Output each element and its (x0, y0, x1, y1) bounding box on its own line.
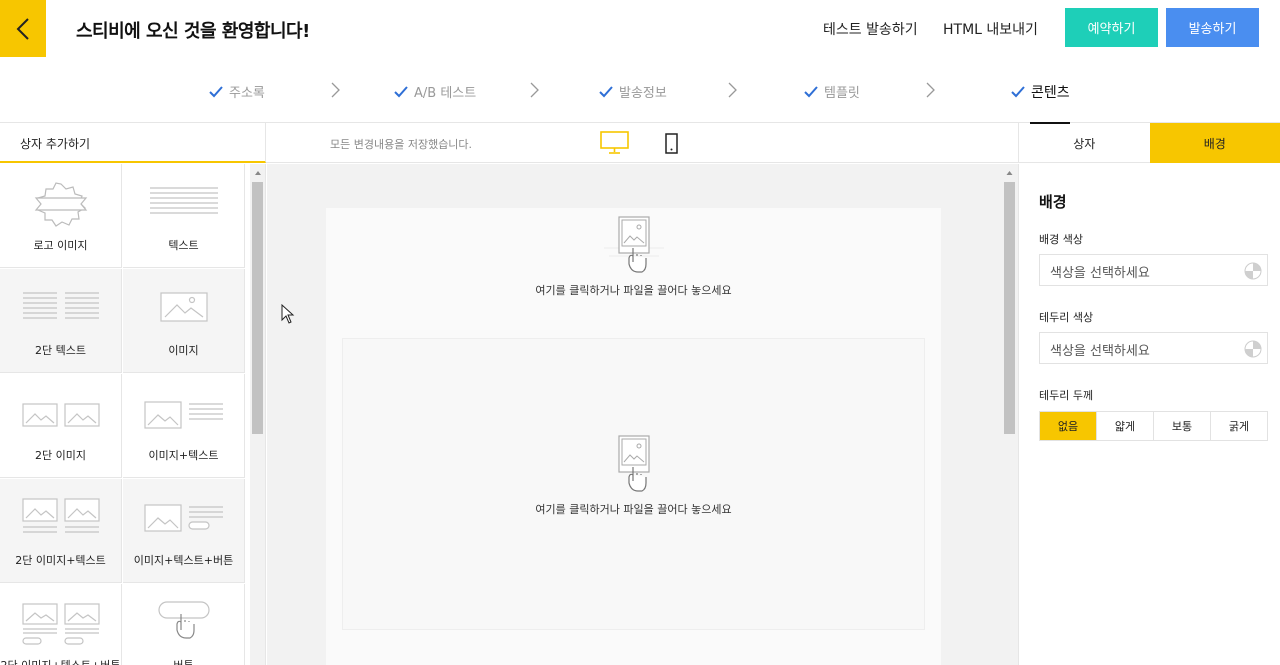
block-label: 2단 텍스트 (35, 344, 86, 357)
checkmark-icon (209, 85, 223, 97)
block-label: 버튼 (173, 657, 193, 665)
bg-color-label: 배경 색상 (1039, 233, 1083, 246)
step-template[interactable]: 템플릿 (804, 82, 860, 101)
image-drop-zone-bottom[interactable]: 여기를 클릭하거나 파일을 끌어다 놓으세요 (326, 435, 941, 517)
image-upload-icon (617, 435, 650, 492)
step-label: 콘텐츠 (1031, 85, 1070, 101)
step-address-book[interactable]: 주소록 (209, 82, 265, 101)
two-image-text-icon (21, 498, 100, 533)
image-text-icon (143, 401, 223, 429)
block-library-scroll-thumb[interactable] (252, 182, 263, 434)
color-swatch-icon (1244, 262, 1262, 280)
background-settings-panel: 배경 배경 색상 색상을 선택하세요 테두리 색상 색상을 선택하세요 테두리 … (1018, 164, 1280, 665)
border-width-thick[interactable]: 굵게 (1211, 412, 1267, 440)
reserve-button[interactable]: 예약하기 (1065, 8, 1158, 47)
block-label: 이미지+텍스트+버튼 (133, 554, 234, 567)
button-icon (157, 601, 210, 639)
step-label: 주소록 (229, 86, 265, 101)
block-label: 이미지 (168, 344, 199, 357)
step-ab-test[interactable]: A/B 테스트 (394, 82, 476, 101)
image-text-button-icon (143, 504, 223, 532)
bg-color-field[interactable]: 색상을 선택하세요 (1039, 254, 1268, 286)
block-label: 2단 이미지 (35, 449, 86, 462)
block-button[interactable]: 버튼 (123, 584, 245, 665)
test-send-link[interactable]: 테스트 발송하기 (823, 19, 918, 39)
add-box-title: 상자 추가하기 (0, 123, 266, 163)
step-label: 템플릿 (824, 86, 860, 101)
send-button[interactable]: 발송하기 (1166, 8, 1259, 47)
canvas-scroll-thumb[interactable] (1004, 182, 1015, 434)
block-label: 텍스트 (168, 239, 199, 252)
desktop-monitor-icon (600, 131, 629, 154)
block-logo-image[interactable]: 로고 이미지 (0, 164, 122, 268)
image-upload-icon (603, 216, 664, 273)
text-lines-icon (149, 187, 218, 214)
tab-box[interactable]: 상자 (1019, 123, 1150, 163)
block-library: 로고 이미지 텍스트 2단 텍스트 이미지 2단 이미지 이미지+텍스트 2단 … (0, 164, 266, 665)
two-column-text-icon (22, 292, 99, 319)
desktop-view-button[interactable] (600, 131, 629, 159)
html-export-link[interactable]: HTML 내보내기 (943, 19, 1038, 39)
checkmark-icon (599, 85, 613, 97)
block-label: 이미지+텍스트 (148, 449, 219, 462)
border-color-placeholder: 색상을 선택하세요 (1050, 344, 1150, 359)
border-width-label: 테두리 두께 (1039, 389, 1094, 402)
border-width-none[interactable]: 없음 (1040, 412, 1097, 440)
logo-badge-icon (34, 182, 87, 227)
color-swatch-icon (1244, 340, 1262, 358)
block-label: 로고 이미지 (33, 239, 88, 252)
chevron-right-icon (331, 82, 340, 98)
border-width-selector: 없음 얇게 보통 굵게 (1039, 411, 1268, 441)
step-label: A/B 테스트 (414, 86, 477, 101)
chevron-right-icon (926, 82, 935, 98)
block-two-image-text-button[interactable]: 2단 이미지+텍스트+버튼 (0, 584, 122, 665)
page-title: 스티비에 오신 것을 환영합니다! (76, 21, 310, 42)
block-label: 2단 이미지+텍스트+버튼 (0, 657, 120, 665)
chevron-left-icon (16, 17, 29, 40)
checkmark-icon (1011, 86, 1025, 98)
block-image-text-button[interactable]: 이미지+텍스트+버튼 (123, 479, 245, 583)
block-image-text[interactable]: 이미지+텍스트 (123, 374, 245, 478)
mobile-phone-icon (665, 133, 678, 154)
bg-color-placeholder: 색상을 선택하세요 (1050, 266, 1150, 281)
drop-zone-text: 여기를 클릭하거나 파일을 끌어다 놓으세요 (535, 284, 732, 297)
checkmark-icon (804, 85, 818, 97)
editor-toolbar: 상자 추가하기 모든 변경내용을 저장했습니다. 상자 배경 (0, 123, 1280, 163)
chevron-right-icon (530, 82, 539, 98)
block-label: 2단 이미지+텍스트 (15, 554, 106, 567)
top-header: 스티비에 오신 것을 환영합니다! 테스트 발송하기 HTML 내보내기 예약하… (0, 0, 1280, 57)
step-contents[interactable]: 콘텐츠 (1011, 82, 1070, 102)
panel-heading: 배경 (1039, 193, 1067, 211)
email-body: 여기를 클릭하거나 파일을 끌어다 놓으세요 여기를 클릭하거나 파일을 끌어다… (326, 208, 941, 665)
image-drop-zone-top[interactable]: 여기를 클릭하거나 파일을 끌어다 놓으세요 (326, 216, 941, 298)
image-icon (159, 292, 208, 322)
drop-zone-text: 여기를 클릭하거나 파일을 끌어다 놓으세요 (535, 503, 732, 516)
right-panel-tabs: 상자 배경 (1018, 123, 1280, 163)
block-text[interactable]: 텍스트 (123, 164, 245, 268)
scroll-up-arrow-icon (1006, 171, 1013, 175)
step-send-info[interactable]: 발송정보 (599, 82, 667, 101)
step-label: 발송정보 (619, 86, 667, 101)
block-two-column-text[interactable]: 2단 텍스트 (0, 269, 122, 373)
email-canvas: 여기를 클릭하거나 파일을 끌어다 놓으세요 여기를 클릭하거나 파일을 끌어다… (267, 164, 1018, 665)
border-width-normal[interactable]: 보통 (1154, 412, 1211, 440)
block-image[interactable]: 이미지 (123, 269, 245, 373)
mouse-pointer-icon (281, 304, 295, 324)
border-color-field[interactable]: 색상을 선택하세요 (1039, 332, 1268, 364)
two-image-icon (21, 403, 100, 427)
step-navigation: 주소록 A/B 테스트 발송정보 템플릿 콘텐츠 (0, 57, 1280, 124)
block-two-image[interactable]: 2단 이미지 (0, 374, 122, 478)
back-button[interactable] (0, 0, 46, 57)
border-width-thin[interactable]: 얇게 (1097, 412, 1154, 440)
tab-background[interactable]: 배경 (1149, 123, 1280, 163)
scroll-up-arrow-icon (255, 171, 261, 175)
checkmark-icon (394, 85, 408, 97)
chevron-right-icon (728, 82, 737, 98)
block-two-image-text[interactable]: 2단 이미지+텍스트 (0, 479, 122, 583)
mobile-view-button[interactable] (665, 133, 678, 158)
two-image-text-button-icon (21, 603, 100, 645)
save-status: 모든 변경내용을 저장했습니다. (330, 138, 473, 151)
border-color-label: 테두리 색상 (1039, 311, 1094, 324)
